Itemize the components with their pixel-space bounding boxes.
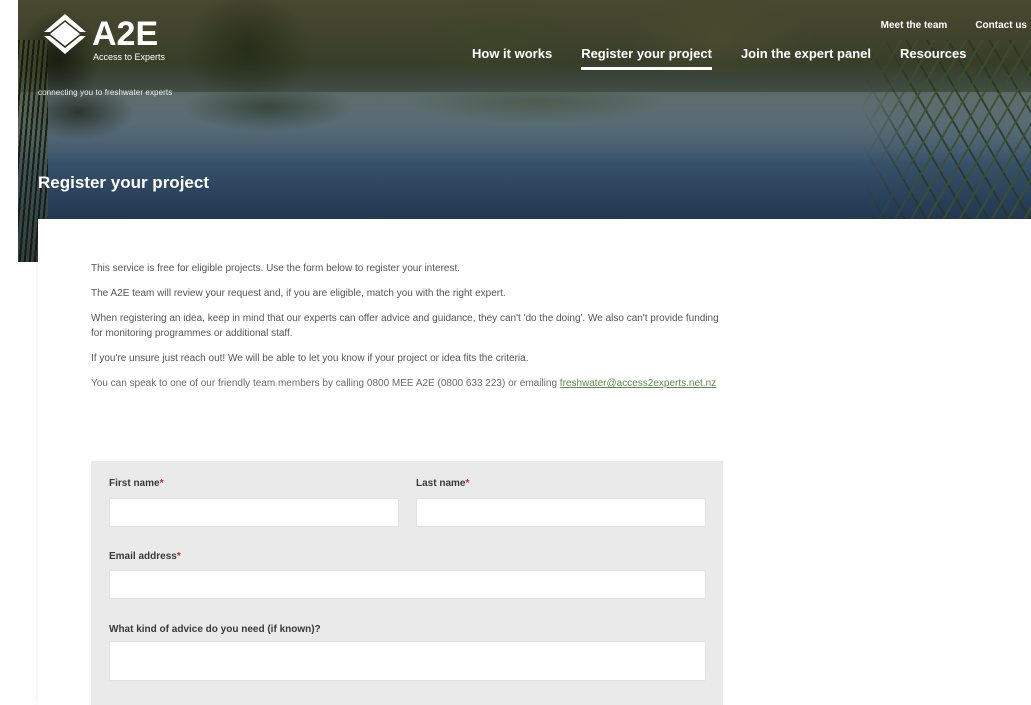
last-name-input[interactable] — [416, 498, 706, 527]
first-name-label: First name* — [109, 478, 163, 489]
main-navigation: How it works Register your project Join … — [472, 46, 966, 70]
email-input[interactable] — [109, 570, 706, 599]
first-name-input[interactable] — [109, 498, 399, 527]
nav-meet-the-team[interactable]: Meet the team — [881, 20, 948, 31]
first-name-label-text: First name — [109, 478, 160, 489]
brand-subtitle: Access to Experts — [93, 52, 166, 62]
register-form: First name* Last name* Email address* Wh… — [91, 461, 723, 705]
logo-diamond-icon — [44, 14, 86, 54]
intro-paragraph-2: The A2E team will review your request an… — [91, 288, 506, 299]
contact-text: You can speak to one of our friendly tea… — [91, 378, 558, 389]
nav-resources[interactable]: Resources — [900, 46, 966, 70]
brand-name: A2E — [92, 15, 159, 53]
brand-tagline: connecting you to freshwater experts — [38, 88, 173, 97]
required-mark: * — [159, 478, 164, 489]
last-name-label: Last name* — [416, 478, 469, 489]
intro-paragraph-1: This service is free for eligible projec… — [91, 263, 461, 274]
email-label: Email address* — [109, 551, 181, 562]
advice-label: What kind of advice do you need (if know… — [109, 624, 321, 635]
contact-email-link[interactable]: freshwater@access2experts.net.nz — [560, 378, 716, 389]
intro-contact: You can speak to one of our friendly tea… — [91, 376, 731, 391]
nav-contact-us[interactable]: Contact us — [975, 20, 1027, 31]
advice-input[interactable] — [109, 641, 706, 681]
nav-join-the-expert-panel[interactable]: Join the expert panel — [741, 46, 871, 70]
top-navigation: Meet the team Contact us — [881, 20, 1027, 31]
intro-paragraph-4: If you're unsure just reach out! We will… — [91, 353, 529, 364]
email-label-text: Email address — [109, 551, 177, 562]
nav-how-it-works[interactable]: How it works — [472, 46, 552, 70]
last-name-label-text: Last name — [416, 478, 466, 489]
required-mark: * — [465, 478, 470, 489]
page-title: Register your project — [38, 173, 209, 192]
content-card: This service is free for eligible projec… — [38, 219, 1031, 705]
intro-paragraph-3: When registering an idea, keep in mind t… — [91, 313, 719, 339]
nav-register-your-project[interactable]: Register your project — [581, 46, 712, 70]
required-mark: * — [176, 551, 181, 562]
intro-text: This service is free for eligible projec… — [91, 261, 731, 401]
brand-logo[interactable]: A2E Access to Experts — [40, 12, 190, 64]
